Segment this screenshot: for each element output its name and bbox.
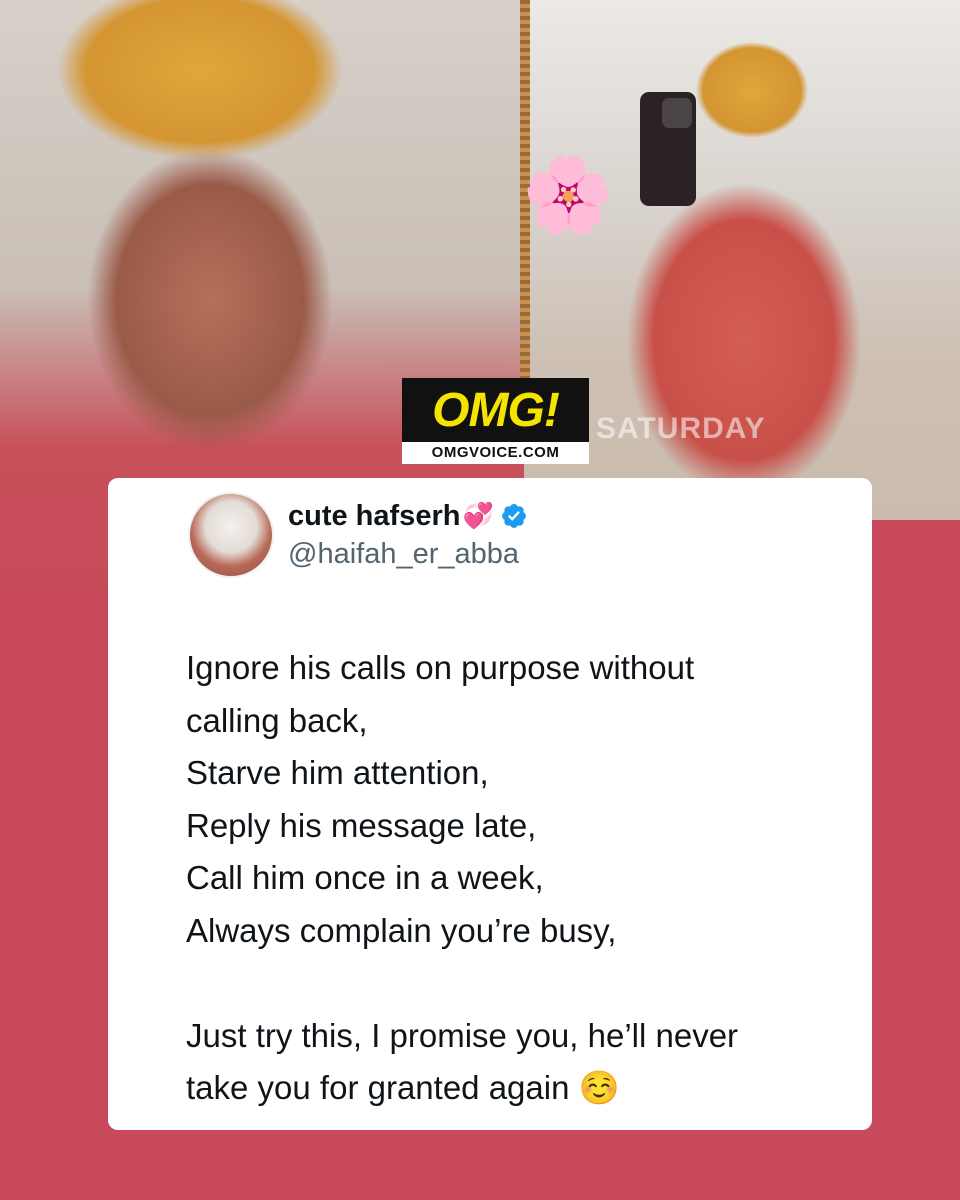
tweet-line: Always complain you’re busy, [186,911,617,949]
heart-emoji: 💞 [462,501,494,530]
omg-logo: OMG! [432,384,560,437]
user-handle[interactable]: @haifah_er_abba [288,538,519,571]
phone-camera [662,98,692,128]
verified-badge-icon [501,504,526,528]
tweet-line: Call him once in a week, [186,859,544,896]
tweet-line: calling back, [186,701,368,739]
tweet-line: Just try this, I promise you, he’ll neve… [186,1016,739,1054]
omg-badge: OMG! OMGVOICE.COM [402,378,589,464]
tweet-body: Ignore his calls on purpose without call… [186,642,846,1115]
tweet-line: Ignore his calls on purpose without [186,649,695,686]
display-name[interactable]: cute hafserh [288,500,460,533]
flower-sticker-icon: 🌸 [522,153,615,236]
tweet-line: take you for granted again ☺️ [186,1069,620,1106]
photo-caption: SATURDAY [596,412,766,445]
tweet-card: cute hafserh 💞 @haifah_er_abba Ignore hi… [108,478,872,1130]
tweet-author-row: cute hafserh 💞 [288,498,528,534]
avatar[interactable] [188,492,274,578]
omg-site-label: OMGVOICE.COM [402,442,589,464]
tweet-line: Reply his message late, [186,806,537,844]
tweet-line: Starve him attention, [186,754,489,791]
